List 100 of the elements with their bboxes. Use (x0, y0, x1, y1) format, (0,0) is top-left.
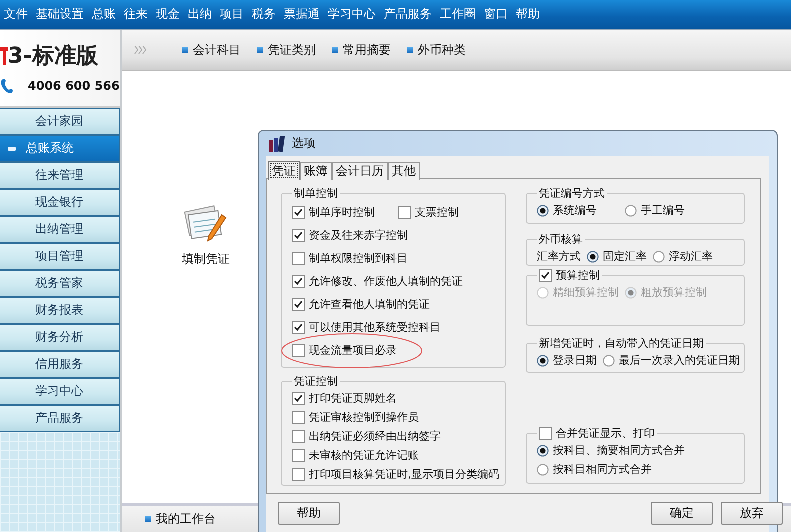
tab[interactable]: 会计日历 (332, 162, 388, 180)
bullet-icon (407, 47, 413, 53)
checkbox-icon (292, 275, 305, 288)
checkbox-icon (292, 298, 305, 311)
checkbox[interactable]: 可以使用其他系统受控科目 (292, 320, 441, 335)
checkbox-icon (292, 229, 305, 242)
link-label: 常用摘要 (343, 42, 391, 58)
sidebar-item[interactable]: 往来管理 (0, 162, 120, 189)
bullet-icon (257, 47, 263, 53)
checkbox-icon (292, 321, 305, 334)
tab[interactable]: 账簿 (300, 162, 332, 180)
checkbox-icon (292, 252, 305, 265)
logo-mark-icon (0, 45, 8, 67)
menu-item[interactable]: 项目 (216, 6, 248, 23)
expand-icon (134, 45, 148, 55)
group-title: 外币核算 (539, 232, 583, 247)
checkbox[interactable]: 支票控制 (398, 205, 459, 220)
group-title: 制单控制 (294, 186, 338, 201)
checkbox[interactable]: 预算控制 (539, 268, 600, 283)
checkbox[interactable]: 未审核的凭证允许记账 (292, 448, 419, 463)
sidebar-item[interactable]: 总账系统 (0, 135, 120, 162)
sidebar-item[interactable]: 出纳管理 (0, 216, 120, 243)
bullet-icon (145, 516, 151, 522)
checkbox[interactable]: 资金及往来赤字控制 (292, 228, 408, 243)
radio-button[interactable]: 手工编号 (625, 203, 685, 218)
link-label: 会计科目 (193, 42, 241, 58)
checkbox[interactable]: 允许查看他人填制的凭证 (292, 297, 430, 312)
sidebar-item[interactable]: 财务分析 (0, 324, 120, 351)
sidebar-item[interactable]: 产品服务 (0, 405, 120, 432)
checkbox[interactable]: 出纳凭证必须经由出纳签字 (292, 429, 441, 444)
bullet-icon (182, 47, 188, 53)
checkbox[interactable]: 合并凭证显示、打印 (539, 426, 655, 441)
sidebar-item[interactable]: 现金银行 (0, 189, 120, 216)
phone-number: 4006 600 566 (28, 79, 120, 93)
dialog-button[interactable]: 帮助 (278, 502, 340, 524)
sidebar-item[interactable]: 项目管理 (0, 243, 120, 270)
checkbox-icon (292, 206, 305, 219)
toolbar-link[interactable]: 凭证类别 (257, 42, 316, 58)
tab[interactable]: 其他 (388, 162, 420, 180)
menu-item[interactable]: 基础设置 (32, 6, 88, 23)
minus-icon (8, 146, 16, 152)
dialog-button[interactable]: 放弃 (721, 502, 783, 524)
menu-item[interactable]: 产品服务 (380, 6, 436, 23)
menu-item[interactable]: 学习中心 (324, 6, 380, 23)
menu-item[interactable]: 总账 (88, 6, 120, 23)
checkbox[interactable]: 凭证审核控制到操作员 (292, 410, 419, 425)
sidebar-item[interactable]: 信用服务 (0, 351, 120, 378)
checkbox-icon (292, 411, 305, 424)
checkbox[interactable]: 打印项目核算凭证时,显示项目分类编码 (292, 467, 500, 482)
toolbar-link[interactable]: 常用摘要 (332, 42, 391, 58)
checkbox-icon (292, 449, 305, 462)
sidebar-item[interactable]: 会计家园 (0, 108, 120, 135)
bullet-icon (332, 47, 338, 53)
menu-item[interactable]: 往来 (120, 6, 152, 23)
menu-item[interactable]: 帮助 (512, 6, 544, 23)
radio-button[interactable]: 登录日期 (537, 353, 597, 368)
menu-item[interactable]: 税务 (248, 6, 280, 23)
checkbox[interactable]: 制单权限控制到科目 (292, 251, 408, 266)
dialog-button[interactable]: 确定 (651, 502, 713, 524)
group-title: 凭证控制 (294, 374, 338, 389)
sidebar-item[interactable]: 学习中心 (0, 378, 120, 405)
checkbox-icon (292, 430, 305, 443)
checkbox-icon (539, 269, 552, 282)
desktop-shortcut[interactable]: 填制凭证 (176, 201, 236, 268)
sidebar-item[interactable]: 财务报表 (0, 297, 120, 324)
group-title: 凭证编号方式 (539, 186, 605, 201)
toolbar-link[interactable]: 会计科目 (182, 42, 241, 58)
radio-button[interactable]: 按科目相同方式合并 (537, 462, 652, 477)
checkbox-icon (292, 468, 305, 481)
sidebar-item[interactable]: 税务管家 (0, 270, 120, 297)
tab-label: 我的工作台 (156, 510, 216, 528)
menu-item[interactable]: 窗口 (480, 6, 512, 23)
radio-button[interactable]: 最后一次录入的凭证日期 (603, 353, 740, 368)
group-title: 新增凭证时，自动带入的凭证日期 (539, 336, 704, 351)
menu-item[interactable]: 文件 (0, 6, 32, 23)
checkbox[interactable]: 制单序时控制 (292, 205, 392, 220)
checkbox[interactable]: 允许修改、作废他人填制的凭证 (292, 274, 463, 289)
toolbar-link[interactable]: 外币种类 (407, 42, 466, 58)
books-icon (268, 136, 286, 152)
dialog-title: 选项 (292, 135, 316, 152)
checkbox[interactable]: 打印凭证页脚姓名 (292, 391, 397, 406)
menu-item[interactable]: 现金 (152, 6, 184, 23)
radio-button[interactable]: 按科目、摘要相同方式合并 (537, 443, 685, 458)
radio-button[interactable]: 系统编号 (537, 203, 619, 218)
tab[interactable]: 凭证 (268, 161, 300, 180)
menu-item[interactable]: 工作圈 (436, 6, 480, 23)
link-label: 外币种类 (418, 42, 466, 58)
menu-item[interactable]: 票据通 (280, 6, 324, 23)
menu-item[interactable]: 出纳 (184, 6, 216, 23)
radio-button[interactable]: 固定汇率 (587, 249, 647, 264)
checkbox-icon (292, 392, 305, 405)
link-label: 凭证类别 (268, 42, 316, 58)
radio-button[interactable]: 浮动汇率 (653, 249, 713, 264)
checkbox-icon (398, 206, 411, 219)
product-title: 3-标准版 (8, 43, 98, 71)
field-label: 汇率方式 (537, 249, 581, 264)
workbench-tab[interactable]: 我的工作台 (145, 510, 216, 528)
checkbox-icon (539, 427, 552, 440)
phone-icon (0, 77, 14, 95)
checkbox-icon (292, 344, 305, 357)
